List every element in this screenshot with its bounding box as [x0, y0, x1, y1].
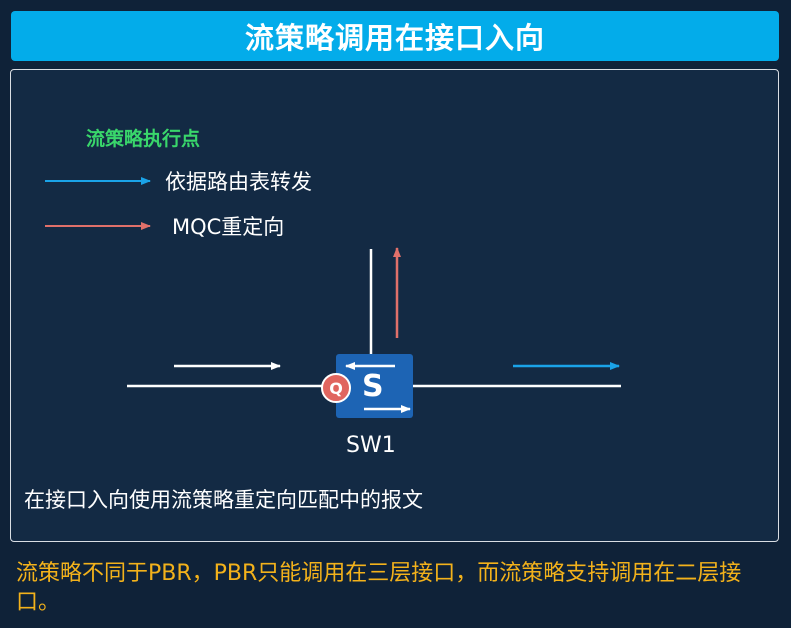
qos-badge-icon: Q: [321, 373, 351, 403]
footer-note: 流策略不同于PBR，PBR只能调用在三层接口，而流策略支持调用在二层接口。: [16, 561, 742, 615]
diagram-caption: 在接口入向使用流策略重定向匹配中的报文: [24, 488, 423, 512]
switch-arrows: [345, 362, 411, 413]
device-label: SW1: [346, 433, 396, 458]
switch-symbol: S: [362, 369, 384, 404]
